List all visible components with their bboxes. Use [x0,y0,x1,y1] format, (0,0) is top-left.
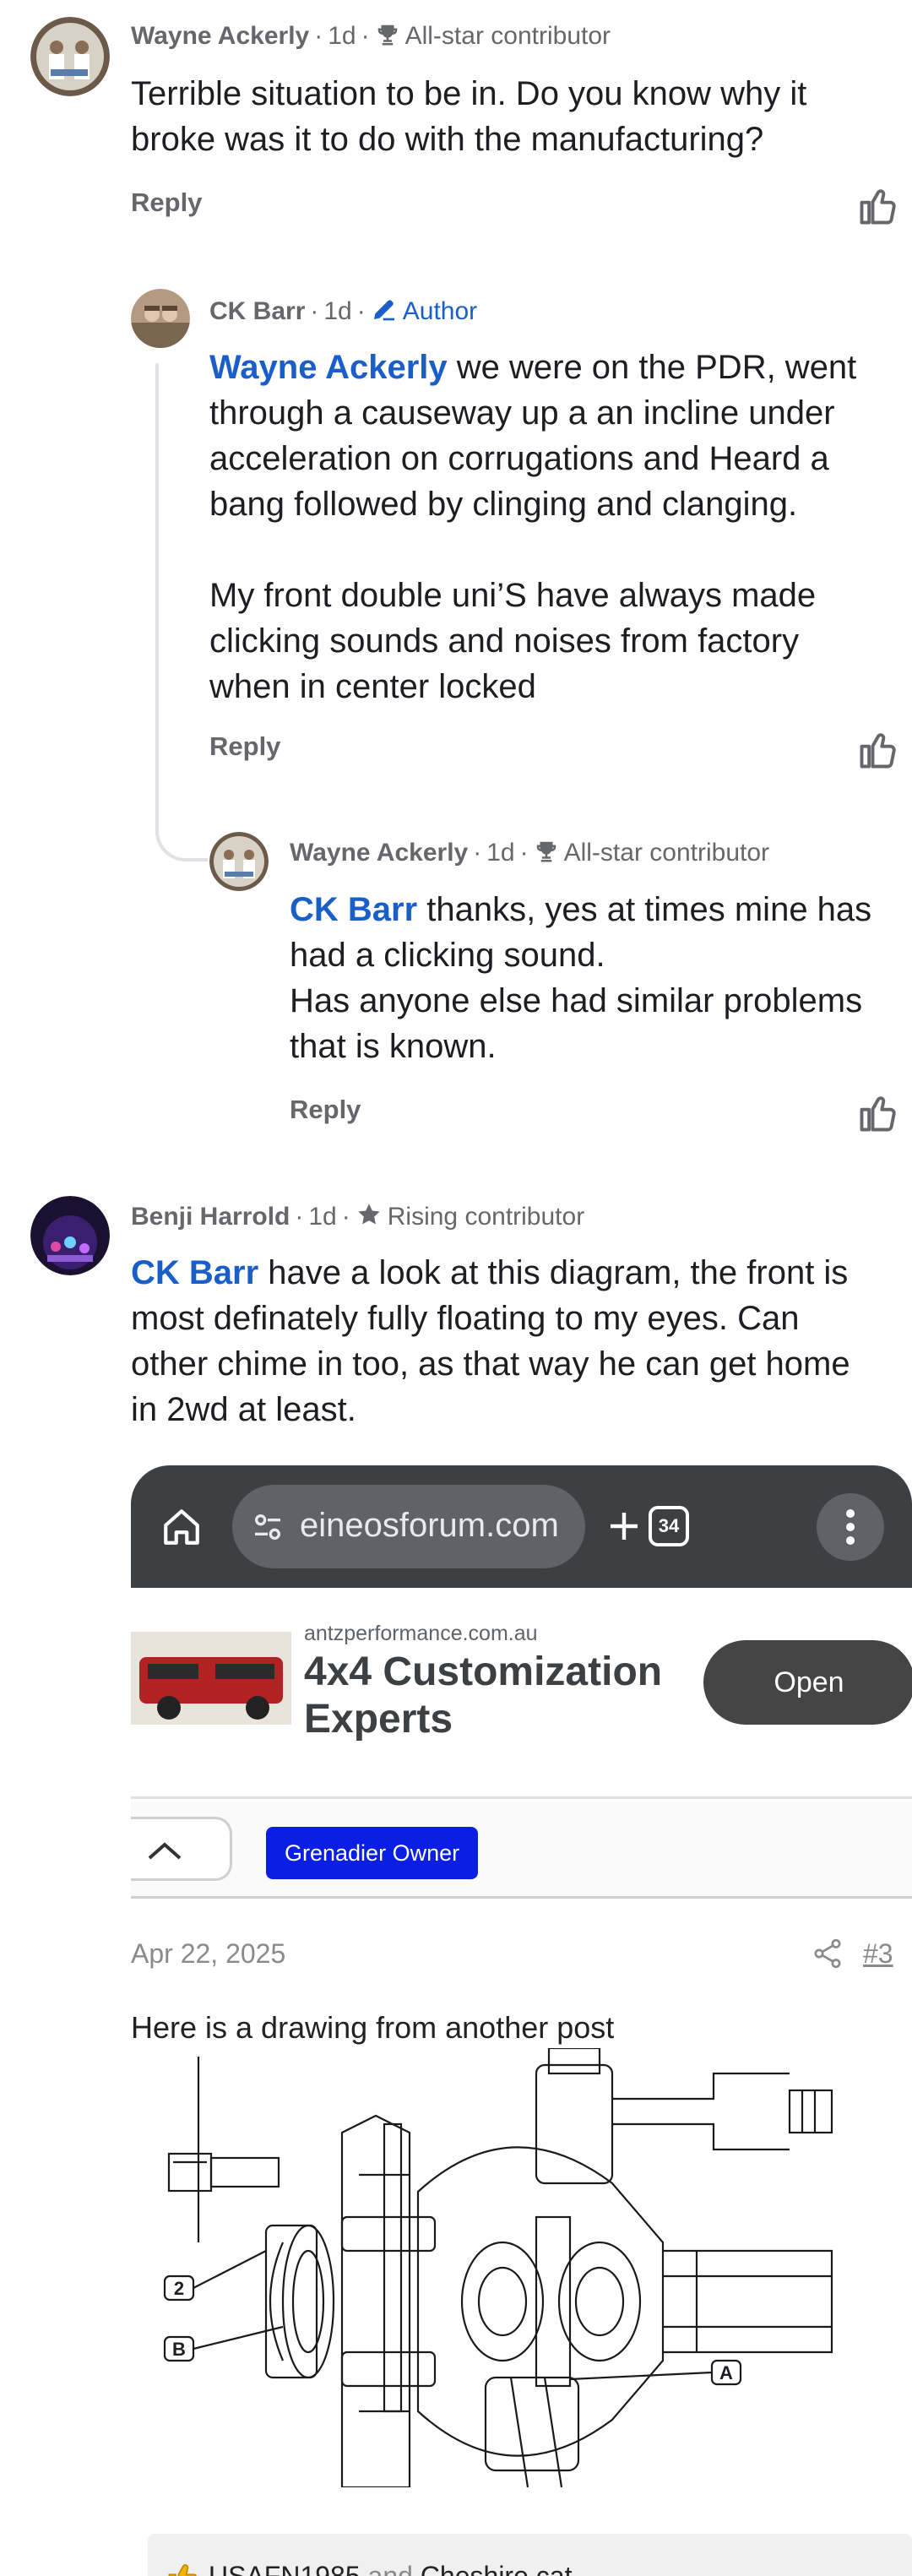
thumbs-up-icon[interactable] [856,728,900,772]
reaction-user: Cheshire cat [420,2561,573,2576]
address-bar: eineosforum.com [232,1485,585,1568]
avatar[interactable] [30,1196,110,1275]
home-icon [160,1506,203,1552]
comment-time: 1d [323,297,352,325]
thumbs-up-icon[interactable] [856,184,900,228]
callout-label: A [719,2362,733,2383]
trophy-icon [375,22,400,54]
tabs-icon: 34 [646,1503,692,1549]
star-icon [356,1201,383,1235]
comment-meta: CK Barr · 1d · Author [209,296,477,329]
callout-label: B [172,2339,186,2360]
author-name[interactable]: CK Barr [209,297,305,325]
url-text: eineosforum.com [300,1507,559,1544]
comment-text: CK Barr have a look at this diagram, the… [131,1254,850,1428]
axle-diagram: 2 B A [131,2046,912,2489]
comment-text: Terrible situation to be in. Do you know… [131,75,807,158]
comment-time: 1d [328,22,356,50]
more-icon [817,1493,884,1561]
thumbs-up-icon[interactable] [856,1091,900,1135]
comment-text: CK Barr thanks, yes at times mine has ha… [290,891,872,1065]
thread-line [155,363,159,836]
forum-nav: Grenadier Owner [131,1802,912,1899]
pencil-icon [371,296,398,329]
plus-icon [604,1506,644,1551]
comment-meta: Wayne Ackerly · 1d · All-star contributor [290,839,769,871]
mention-link[interactable]: CK Barr [290,891,417,928]
callout-label: 2 [173,2278,185,2299]
author-badge: Author [402,297,478,325]
ad-title: 4x4 Customization Experts [304,1649,663,1742]
post-number: #3 [863,1938,893,1969]
comment-text: Wayne Ackerly we were on the PDR, went t… [209,349,857,705]
owner-badge: Grenadier Owner [266,1827,479,1879]
reactions-bar: USAFN1985 and Cheshire cat [148,2534,912,2576]
post-text: Here is a drawing from another post [131,2010,615,2045]
avatar[interactable] [209,832,269,891]
author-name[interactable]: Wayne Ackerly [131,22,309,50]
reply-button[interactable]: Reply [209,731,280,762]
ad-banner: antzperformance.com.au 4x4 Customization… [131,1588,912,1799]
trophy-icon [534,839,559,871]
comment-meta: Benji Harrold · 1d · Rising contributor [131,1201,584,1235]
author-name[interactable]: Wayne Ackerly [290,839,468,867]
contributor-badge: All-star contributor [404,22,611,50]
avatar[interactable] [30,17,110,96]
site-settings-icon [251,1510,285,1548]
comment-time: 1d [308,1203,337,1231]
contributor-badge: All-star contributor [563,839,770,867]
contributor-badge: Rising contributor [387,1203,585,1231]
ad-image [131,1632,291,1725]
comment-meta: Wayne Ackerly · 1d · All-star contributor [131,22,611,54]
reply-button[interactable]: Reply [290,1095,361,1125]
reply-button[interactable]: Reply [131,187,202,218]
author-name[interactable]: Benji Harrold [131,1203,290,1231]
share-icon [811,1937,844,1975]
post-date: Apr 22, 2025 [131,1938,286,1969]
thumbs-up-emoji-icon [165,2559,202,2576]
ad-domain: antzperformance.com.au [304,1622,538,1645]
ad-open-button: Open [703,1640,912,1725]
reaction-user: USAFN1985 [209,2561,361,2576]
mention-link[interactable]: CK Barr [131,1254,258,1291]
chevron-up-icon [131,1817,232,1881]
avatar[interactable] [131,289,190,348]
browser-toolbar: eineosforum.com 34 [131,1465,912,1588]
comment-time: 1d [486,839,515,867]
thread-connector [155,802,208,861]
mention-link[interactable]: Wayne Ackerly [209,349,448,386]
attached-screenshot[interactable]: eineosforum.com 34 antzperformance.com.a… [131,1465,912,2576]
